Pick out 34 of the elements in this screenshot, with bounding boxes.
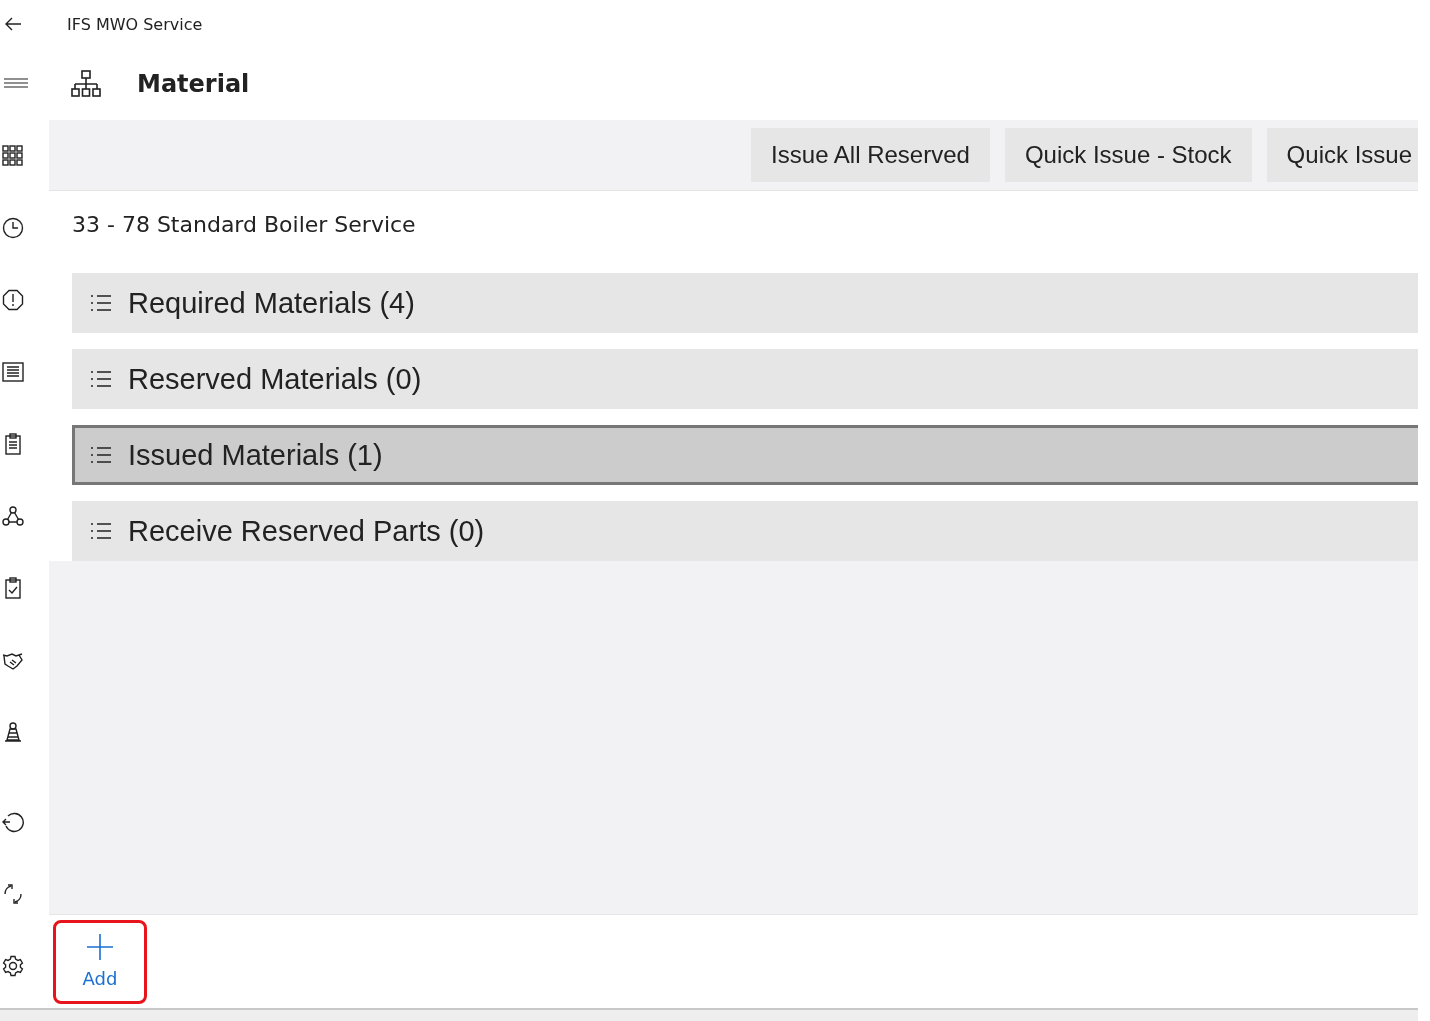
toolbar-button[interactable]: Quick Issue bbox=[1266, 128, 1418, 182]
section-title: Reserved Materials (0) bbox=[128, 362, 422, 396]
sync-icon[interactable] bbox=[2, 883, 24, 905]
hierarchy-icon bbox=[71, 70, 101, 98]
list-icon[interactable] bbox=[2, 361, 24, 383]
work-order-title: 33 - 78 Standard Boiler Service bbox=[72, 211, 416, 237]
list-icon bbox=[90, 522, 112, 540]
toolbar-button[interactable]: Issue All Reserved bbox=[751, 128, 990, 182]
back-icon[interactable] bbox=[4, 17, 22, 31]
list-icon bbox=[90, 294, 112, 312]
section-title: Issued Materials (1) bbox=[128, 438, 383, 472]
clipboard-icon[interactable] bbox=[2, 433, 24, 455]
nodes-icon[interactable] bbox=[2, 505, 24, 527]
list-icon bbox=[90, 370, 112, 388]
checklist-icon[interactable] bbox=[2, 577, 24, 599]
plus-icon bbox=[87, 934, 113, 960]
page-title: Material bbox=[137, 70, 250, 98]
section-header[interactable]: Issued Materials (1) bbox=[72, 425, 1418, 485]
list-icon bbox=[90, 446, 112, 464]
menu-icon[interactable] bbox=[4, 77, 28, 89]
section-header[interactable]: Reserved Materials (0) bbox=[72, 349, 1418, 409]
cone-icon[interactable] bbox=[2, 721, 24, 743]
grid-icon[interactable] bbox=[2, 145, 24, 167]
section-header[interactable]: Receive Reserved Parts (0) bbox=[72, 501, 1418, 561]
section-title: Receive Reserved Parts (0) bbox=[128, 514, 485, 548]
add-button[interactable]: Add bbox=[53, 919, 147, 1004]
toolbar-button[interactable]: Quick Issue - Stock bbox=[1004, 128, 1252, 182]
section-header[interactable]: Required Materials (4) bbox=[72, 273, 1418, 333]
clock-icon[interactable] bbox=[2, 217, 24, 239]
alert-icon[interactable] bbox=[2, 289, 24, 311]
app-title: IFS MWO Service bbox=[67, 14, 203, 34]
section-title: Required Materials (4) bbox=[128, 286, 415, 320]
undo-icon[interactable] bbox=[2, 811, 24, 833]
settings-icon[interactable] bbox=[2, 955, 24, 977]
